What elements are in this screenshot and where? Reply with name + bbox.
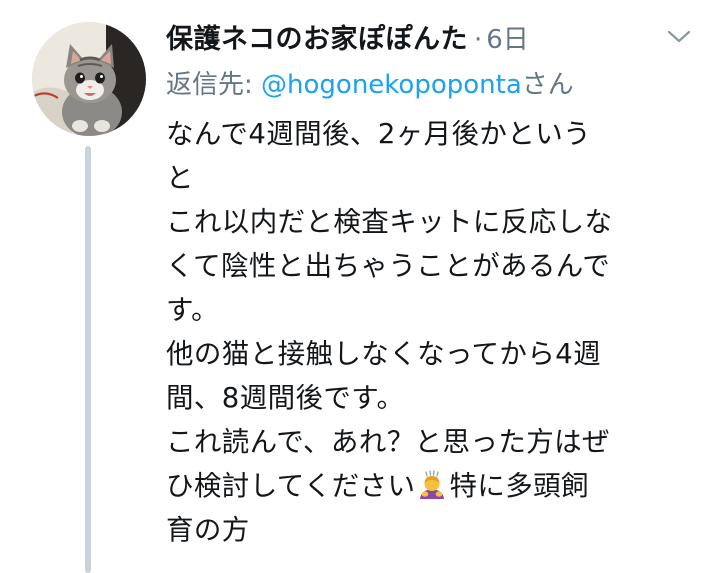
reply-suffix: さん xyxy=(521,70,574,100)
tweet-timestamp[interactable]: 6日 xyxy=(486,19,529,56)
reply-context: 返信先: @hogonekopopontaさん xyxy=(166,64,574,101)
person-bowing-emoji-icon xyxy=(417,469,447,499)
reply-handle-link[interactable]: @hogonekopoponta xyxy=(261,70,522,100)
body-line-with-emoji: ひ検討してください 特に多頭飼 xyxy=(166,464,696,508)
tweet-body: なんで4週間後、2ヶ月後かという と これ以内だと検査キットに反応しな くて陰性… xyxy=(166,112,696,552)
body-line: これ以内だと検査キットに反応しな xyxy=(166,206,613,238)
tweet-header: 保護ネコのお家ぽぽんた · 6日 xyxy=(166,17,686,57)
body-line: 育の方 xyxy=(166,514,250,546)
body-line: くて陰性と出ちゃうことがあるんで xyxy=(166,250,611,282)
body-line-segment: 特に多頭飼 xyxy=(449,470,589,502)
header-separator: · xyxy=(473,25,483,55)
chevron-down-icon[interactable] xyxy=(666,28,692,46)
body-line: と xyxy=(166,162,194,194)
thread-connector-line xyxy=(85,146,91,573)
tweet: 保護ネコのお家ぽぽんた · 6日 返信先: @hogonekopopontaさん… xyxy=(0,0,720,573)
body-line: す。 xyxy=(166,294,220,326)
body-line: 他の猫と接触しなくなってから4週 xyxy=(166,338,602,370)
body-line: 間、8週間後です。 xyxy=(166,382,405,414)
avatar[interactable] xyxy=(32,22,146,136)
body-line: これ読んで、あれ？と思った方はぜ xyxy=(166,426,610,458)
author-name[interactable]: 保護ネコのお家ぽぽんた xyxy=(166,17,468,56)
body-line-segment: ひ検討してください xyxy=(166,470,416,502)
reply-prefix: 返信先: xyxy=(166,70,262,100)
body-line: なんで4週間後、2ヶ月後かという xyxy=(166,118,592,150)
kitten-avatar-icon xyxy=(32,22,146,136)
